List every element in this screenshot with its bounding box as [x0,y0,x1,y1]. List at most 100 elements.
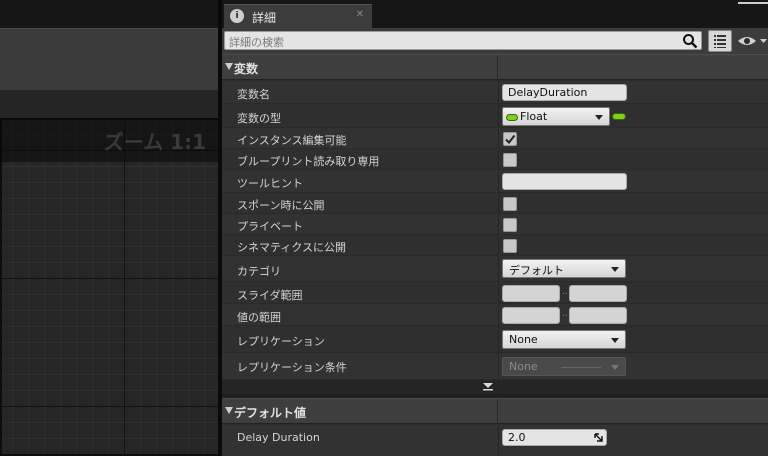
column-divider [498,425,499,456]
value-range-max-field[interactable] [569,307,627,324]
tab-details-label: 詳細 [252,11,277,25]
row-replication: レプリケーション None [222,326,768,353]
value-range-label: 値の範囲 [237,311,281,324]
column-divider [498,193,499,213]
column-divider [498,282,499,303]
search-input[interactable]: 詳細の検索 [224,31,702,50]
category-title: デフォルト値 [234,406,307,420]
replication-label: レプリケーション [237,335,325,348]
slider-range-max-field[interactable] [569,285,627,302]
category-dropdown[interactable]: デフォルト [502,259,626,278]
eye-icon [738,37,767,45]
column-divider [498,149,499,169]
row-value-range: 値の範囲 .. [222,304,768,326]
search-placeholder: 詳細の検索 [229,36,284,49]
replication-condition-dropdown: None [502,357,626,376]
row-variable-type: 変数の型 Float [222,104,768,128]
private-label: プライベート [237,220,303,233]
category-default-value[interactable]: デフォルト値 [222,398,768,425]
resize-handle-icon[interactable] [594,433,603,442]
replication-condition-value: None [509,360,538,373]
row-delay-duration: Delay Duration 2.0 [222,425,768,456]
row-instance-editable: インスタンス編集可能 [222,128,768,149]
column-divider [497,399,498,425]
expose-on-spawn-label: スポーン時に公開 [237,199,325,212]
expose-cinematics-checkbox[interactable] [503,239,517,253]
float-pin-icon [506,113,518,121]
variable-type-dropdown[interactable]: Float [502,107,610,126]
variable-name-label: 変数名 [237,88,270,101]
property-matrix-button[interactable] [708,30,732,52]
details-panel: i 詳細 ✕ 詳細の検索 変数 変数名 DelayDuration 変数の型 F… [222,0,768,456]
column-divider [498,214,499,234]
slider-range-label: スライダ範囲 [237,289,303,302]
row-category: カテゴリ デフォルト [222,256,768,282]
collapse-arrow-icon [225,63,233,70]
category-variable[interactable]: 変数 [222,54,768,81]
column-divider [498,235,499,255]
value-range-min-field[interactable] [502,307,560,324]
private-checkbox[interactable] [503,218,517,232]
category-value: デフォルト [509,264,564,277]
blueprint-readonly-label: ブループリント読み取り専用 [237,155,380,168]
instance-editable-checkbox[interactable] [503,132,517,146]
close-icon[interactable]: ✕ [356,9,364,20]
column-divider [498,81,499,103]
slider-range-min-field[interactable] [502,285,560,302]
list-view-icon [714,35,726,48]
row-private: プライベート [222,214,768,235]
variable-name-field[interactable]: DelayDuration [502,84,627,101]
row-variable-name: 変数名 DelayDuration [222,81,768,104]
checkmark-icon [505,134,516,145]
info-icon: i [230,9,244,23]
replication-dropdown[interactable]: None [502,330,626,349]
advanced-expand-bar[interactable] [222,380,768,394]
details-tab-bar: i 詳細 ✕ [222,0,768,28]
expose-cinematics-label: シネマティクスに公開 [237,241,347,254]
graph-breadcrumb-bar [0,90,218,118]
variable-type-label: 変数の型 [237,112,281,125]
graph-canvas[interactable] [0,118,218,456]
graph-toolbar [0,28,218,90]
column-divider [498,256,499,281]
expose-on-spawn-checkbox[interactable] [503,197,517,211]
range-separator: .. [562,309,568,319]
chevron-down-icon [611,267,619,272]
column-divider [498,128,499,148]
range-separator: .. [562,287,568,297]
row-blueprint-readonly: ブループリント読み取り専用 [222,149,768,170]
chevron-down-icon [611,338,619,343]
tooltip-field[interactable] [502,173,627,190]
chevron-down-icon [611,365,619,370]
tooltip-label: ツールヒント [237,177,303,190]
graph-tab-strip [0,0,218,28]
row-expose-on-spawn: スポーン時に公開 [222,193,768,214]
search-icon[interactable] [682,33,698,49]
delay-duration-label: Delay Duration [237,431,320,444]
row-expose-cinematics: シネマティクスに公開 [222,235,768,256]
column-divider [498,170,499,192]
window-corner-line [738,2,768,4]
column-divider [498,353,499,379]
graph-editor-area: ズーム 1:1 [0,0,218,456]
column-divider [497,55,498,81]
category-label: カテゴリ [237,265,281,278]
disabled-line [561,367,601,368]
column-divider [498,326,499,352]
blueprint-readonly-checkbox[interactable] [503,153,517,167]
column-divider [498,104,499,127]
view-options-button[interactable] [736,31,768,51]
editor-window: ズーム 1:1 i 詳細 ✕ 詳細の検索 変数 変数名 DelayDuratio… [0,0,768,456]
delay-duration-value: 2.0 [508,431,526,444]
container-type-pin-icon[interactable] [612,113,626,120]
row-slider-range: スライダ範囲 .. [222,282,768,304]
replication-condition-label: レプリケーション条件 [237,361,347,374]
column-divider [498,304,499,325]
tab-details[interactable]: i 詳細 ✕ [224,4,372,28]
delay-duration-field[interactable]: 2.0 [502,429,607,446]
expand-arrow-icon [483,383,493,391]
details-search-row: 詳細の検索 [222,28,768,54]
instance-editable-label: インスタンス編集可能 [237,134,347,147]
replication-value: None [509,333,538,346]
row-replication-condition: レプリケーション条件 None [222,353,768,380]
